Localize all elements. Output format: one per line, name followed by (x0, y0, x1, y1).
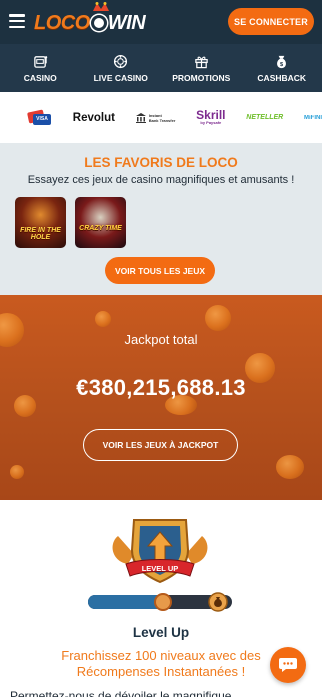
progress-knob (153, 593, 172, 611)
login-button[interactable]: SE CONNECTER (228, 8, 314, 35)
money-bag-icon: $ (277, 55, 287, 68)
ball-icon (90, 15, 107, 31)
coin-decoration (276, 455, 304, 479)
game-title: FIRE IN THE HOLE (20, 227, 61, 241)
neteller-logo: NETELLER (246, 114, 284, 121)
main-nav: CASINO LIVE CASINO PROMOTIONS $ CASHBACK (0, 44, 322, 92)
jackpot-label: Jackpot total (124, 332, 198, 347)
game-tile-fire-in-the-hole[interactable]: FIRE IN THE HOLE (15, 197, 66, 248)
payment-methods-strip: VISA Revolut Instant Bank Transfer Skril… (0, 92, 322, 143)
gift-icon (195, 56, 208, 68)
game-tile-crazy-time[interactable]: CRAZY TIME (75, 197, 126, 248)
bank-transfer-logo: Instant Bank Transfer (135, 112, 176, 123)
progress-fill (88, 595, 163, 609)
badge-text: LEVEL UP (142, 564, 179, 573)
jackpot-amount: €380,215,688.13 (76, 375, 246, 400)
favorites-subtitle: Essayez ces jeux de casino magnifiques e… (27, 174, 295, 186)
view-jackpot-games-button[interactable]: VOIR LES JEUX À JACKPOT (83, 429, 238, 461)
favorites-section: LES FAVORIS DE LOCO Essayez ces jeux de … (0, 143, 322, 295)
bank-icon (135, 112, 146, 123)
slot-machine-icon (33, 55, 47, 68)
levelup-body-text: Permettez-nous de dévoiler le magnifique (10, 689, 232, 697)
level-up-badge-icon: LEVEL UP (112, 519, 208, 584)
favorites-title: LES FAVORIS DE LOCO (84, 155, 238, 170)
nav-item-cashback[interactable]: $ CASHBACK (242, 44, 322, 92)
coin-decoration (205, 305, 231, 331)
menu-icon[interactable] (9, 14, 25, 28)
skrill-sub-text: by Paysafe (200, 119, 222, 125)
bank-line2: Bank Transfer (148, 117, 176, 123)
jester-hat-icon (93, 2, 109, 11)
view-all-games-button[interactable]: VOIR TOUS LES JEUX (105, 257, 215, 284)
skrill-logo: Skrill by Paysafe (196, 109, 225, 125)
mifinity-logo: MiFINITY (304, 114, 322, 121)
levelup-description: Franchissez 100 niveaux avec des Récompe… (61, 648, 261, 679)
revolut-logo: Revolut (72, 111, 115, 124)
coin-decoration (10, 465, 24, 479)
jackpot-section: Jackpot total €380,215,688.13 VOIR LES J… (0, 295, 322, 500)
live-chat-button[interactable] (270, 647, 306, 683)
money-bag-icon (208, 592, 228, 612)
top-header: LOCO WIN SE CONNECTER (0, 0, 322, 44)
logo-left-text: LOCO (34, 11, 90, 34)
casino-chip-icon (114, 54, 128, 68)
coin-decoration (95, 311, 111, 327)
nav-item-casino[interactable]: CASINO (0, 44, 81, 92)
logo[interactable]: LOCO WIN (34, 2, 146, 38)
nav-item-live-casino[interactable]: LIVE CASINO (81, 44, 162, 92)
nav-label: CASHBACK (257, 72, 307, 83)
chat-icon (279, 658, 297, 672)
visa-logo: VISA (26, 108, 52, 125)
nav-label: CASINO (23, 72, 57, 83)
levelup-title: Level Up (132, 625, 190, 640)
nav-label: LIVE CASINO (93, 72, 148, 83)
logo-right-text: WIN (107, 11, 146, 34)
game-title: CRAZY TIME (79, 225, 122, 232)
nav-label: PROMOTIONS (172, 72, 231, 83)
level-progress-bar (88, 592, 232, 612)
nav-item-promotions[interactable]: PROMOTIONS (161, 44, 242, 92)
